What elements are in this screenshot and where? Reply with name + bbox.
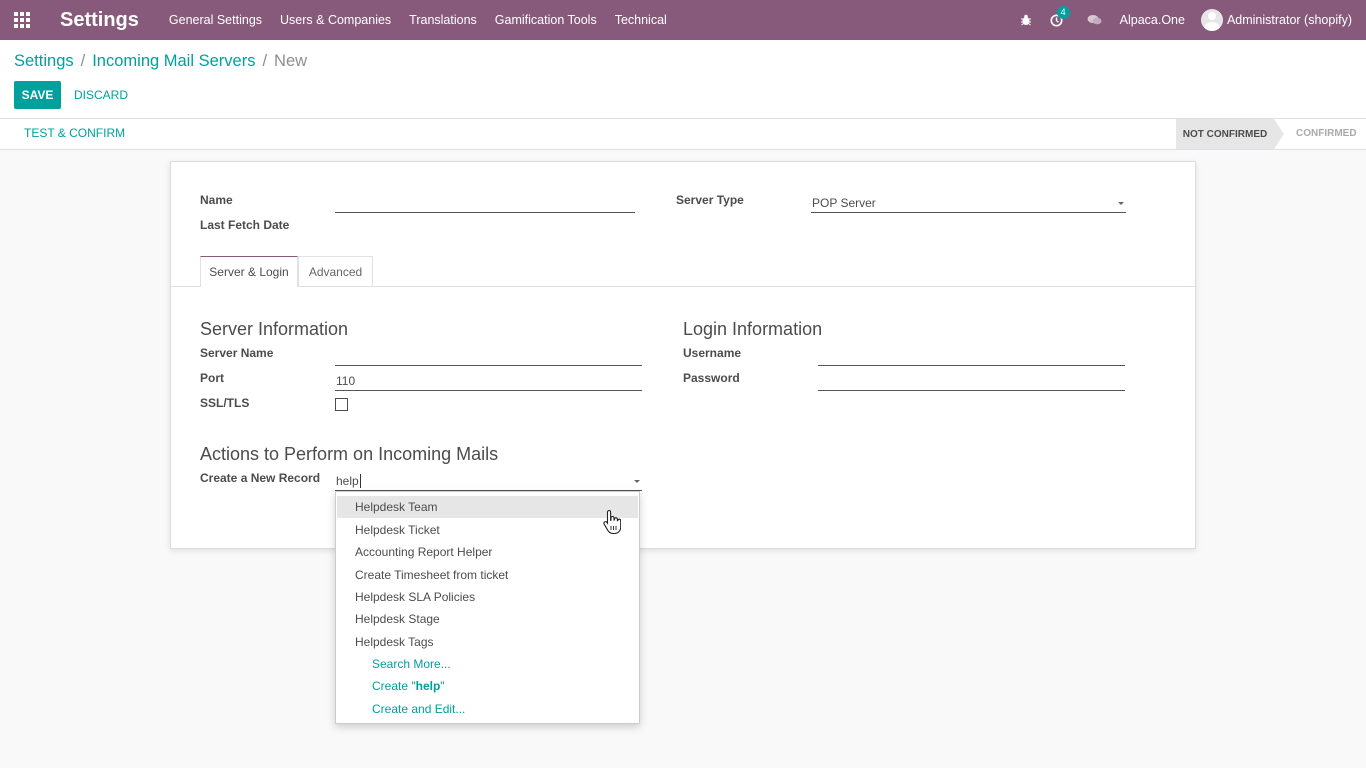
apps-grid-icon[interactable]: [0, 0, 44, 40]
login-information-title: Login Information: [683, 319, 823, 339]
form-sheet: Name Last Fetch Date Server Type POP Ser…: [170, 161, 1196, 549]
server-information-title: Server Information: [200, 319, 349, 339]
search-more-link[interactable]: Search More...: [372, 657, 451, 671]
dropdown-item-helpdesk-team[interactable]: Helpdesk Team: [337, 496, 638, 518]
dropdown-item-helpdesk-stage[interactable]: Helpdesk Stage: [337, 608, 638, 630]
create-term: help: [415, 679, 441, 693]
menu-users-companies[interactable]: Users & Companies: [280, 13, 391, 27]
ssl-tls-checkbox[interactable]: [335, 398, 348, 411]
server-name-input[interactable]: [335, 346, 642, 366]
avatar: [1200, 9, 1223, 31]
tab-advanced[interactable]: Advanced: [298, 256, 373, 286]
menu-gamification-tools[interactable]: Gamification Tools: [495, 13, 597, 27]
autocomplete-dropdown: Helpdesk Team Helpdesk Ticket Accounting…: [335, 491, 640, 724]
main-menu: General Settings Users & Companies Trans…: [169, 13, 685, 27]
dropdown-item-helpdesk-sla-policies[interactable]: Helpdesk SLA Policies: [337, 586, 638, 608]
activity-clock-icon[interactable]: 4: [1050, 5, 1070, 27]
tab-server-login[interactable]: Server & Login: [200, 256, 298, 287]
dropdown-item-helpdesk-tags[interactable]: Helpdesk Tags: [337, 631, 638, 653]
user-menu[interactable]: Administrator (shopify): [1200, 9, 1352, 31]
password-input[interactable]: [818, 371, 1125, 391]
server-name-label: Server Name: [200, 346, 274, 360]
create-prefix: Create ": [372, 679, 416, 693]
username-label: Username: [683, 346, 742, 360]
port-label: Port: [200, 371, 224, 385]
dropdown-item-create-timesheet[interactable]: Create Timesheet from ticket: [337, 564, 638, 586]
notebook-tabs-divider: [171, 286, 1195, 287]
name-label: Name: [200, 193, 233, 207]
username-input[interactable]: [818, 346, 1125, 366]
app-brand[interactable]: Settings: [60, 9, 139, 32]
discard-button[interactable]: DISCARD: [74, 88, 128, 102]
menu-technical[interactable]: Technical: [615, 13, 667, 27]
hand-pointer-cursor-icon: [603, 509, 622, 538]
debug-bug-icon[interactable]: [1020, 14, 1032, 26]
server-type-select[interactable]: POP Server: [811, 193, 1126, 213]
form-statusbar: TEST & CONFIRM NOT CONFIRMED CONFIRMED: [0, 118, 1366, 150]
password-label: Password: [683, 371, 740, 385]
dropdown-item-helpdesk-ticket[interactable]: Helpdesk Ticket: [337, 519, 638, 541]
menu-general-settings[interactable]: General Settings: [169, 13, 262, 27]
create-quick-link[interactable]: Create "help": [372, 679, 445, 693]
chevron-down-icon[interactable]: [634, 480, 640, 483]
ssl-tls-label: SSL/TLS: [200, 396, 250, 410]
dropdown-item-accounting-report-helper[interactable]: Accounting Report Helper: [337, 541, 638, 563]
name-input[interactable]: [335, 193, 635, 213]
text-caret: ​: [359, 474, 361, 488]
chevron-down-icon: [1118, 202, 1124, 205]
stage-not-confirmed[interactable]: NOT CONFIRMED: [1176, 119, 1284, 149]
chat-bubbles-icon[interactable]: [1087, 14, 1102, 26]
control-panel: Settings / Incoming Mail Servers / New S…: [0, 40, 1366, 118]
create-record-label: Create a New Record: [200, 471, 321, 485]
save-button[interactable]: SAVE: [14, 81, 61, 109]
navbar-systray: 4 Alpaca.One Administrator (shopify): [1020, 0, 1366, 40]
breadcrumb-separator: /: [80, 52, 86, 70]
last-fetch-date-label: Last Fetch Date: [200, 218, 290, 232]
port-input[interactable]: 110: [335, 371, 642, 391]
actions-title: Actions to Perform on Incoming Mails: [200, 444, 499, 464]
breadcrumb-incoming-mail-servers[interactable]: Incoming Mail Servers: [92, 52, 255, 71]
create-suffix: ": [440, 679, 445, 693]
breadcrumb-separator: /: [262, 52, 268, 70]
test-confirm-button[interactable]: TEST & CONFIRM: [24, 126, 125, 140]
top-navbar: Settings General Settings Users & Compan…: [0, 0, 1366, 40]
menu-translations[interactable]: Translations: [409, 13, 477, 27]
user-name: Administrator (shopify): [1226, 13, 1352, 27]
activity-badge: 4: [1056, 5, 1070, 19]
breadcrumb-settings[interactable]: Settings: [14, 52, 74, 71]
create-record-input[interactable]: help​: [335, 471, 642, 491]
create-and-edit-link[interactable]: Create and Edit...: [372, 702, 465, 716]
create-record-value: help: [336, 474, 359, 488]
stage-confirmed[interactable]: CONFIRMED: [1296, 128, 1357, 139]
server-type-label: Server Type: [676, 193, 744, 207]
breadcrumb-current: New: [274, 52, 308, 70]
breadcrumb: Settings / Incoming Mail Servers / New: [14, 52, 307, 71]
server-type-value: POP Server: [812, 196, 876, 210]
company-switcher[interactable]: Alpaca.One: [1120, 13, 1185, 27]
